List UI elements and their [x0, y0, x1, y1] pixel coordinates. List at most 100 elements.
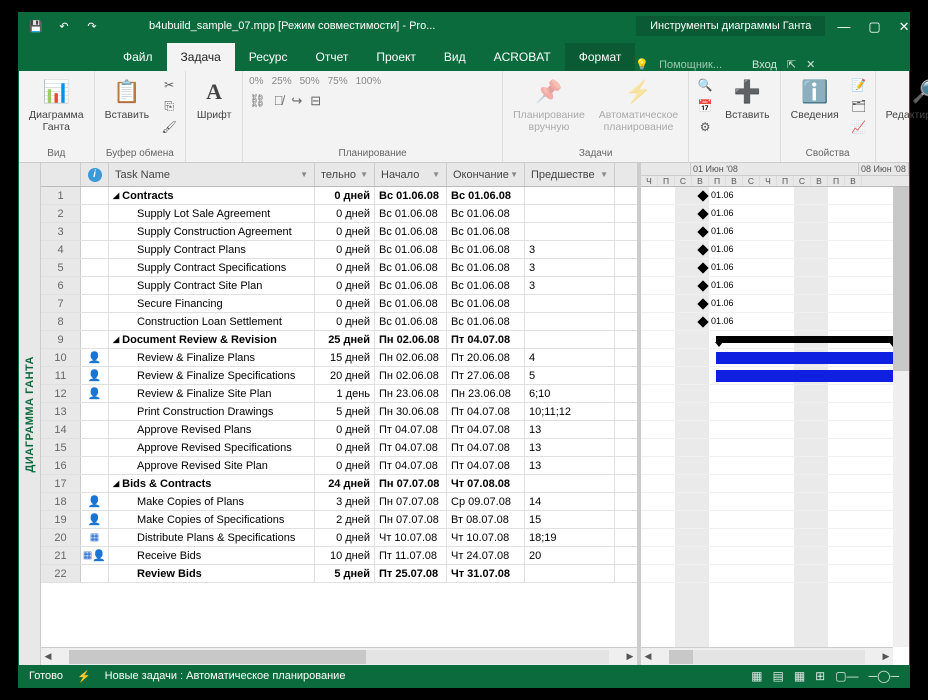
milestone-diamond[interactable] — [697, 316, 708, 327]
gantt-row[interactable] — [641, 331, 909, 349]
col-duration[interactable]: тельно▼ — [315, 163, 375, 186]
cut-icon[interactable]: ✂ — [159, 76, 179, 94]
table-row[interactable]: 3Supply Construction Agreement0 днейВс 0… — [41, 223, 637, 241]
table-row[interactable]: 7Secure Financing0 днейВс 01.06.08Вс 01.… — [41, 295, 637, 313]
pct-100[interactable]: 100% — [356, 76, 382, 87]
gantt-row[interactable] — [641, 349, 909, 367]
link-tasks-icon[interactable]: ⛓ — [249, 93, 266, 109]
copy-icon[interactable]: ⎘ — [159, 97, 179, 115]
gantt-row[interactable]: 01.06 — [641, 223, 909, 241]
gantt-row[interactable] — [641, 475, 909, 493]
summary-bar[interactable] — [716, 336, 896, 343]
gantt-row[interactable] — [641, 529, 909, 547]
notes-icon[interactable]: 📝 — [849, 76, 869, 94]
pct-50[interactable]: 50% — [300, 76, 320, 87]
gantt-chart-button[interactable]: 📊 Диаграмма Ганта — [25, 74, 88, 135]
gantt-row[interactable] — [641, 385, 909, 403]
move-icon[interactable]: 📅 — [695, 97, 715, 115]
milestone-diamond[interactable] — [697, 190, 708, 201]
milestone-diamond[interactable] — [697, 208, 708, 219]
split-task-icon[interactable]: ⊟ — [310, 93, 321, 109]
grid-hscroll[interactable]: ◀ ▶ — [41, 647, 637, 665]
table-row[interactable]: 12👤Review & Finalize Site Plan1 деньПн 2… — [41, 385, 637, 403]
tell-me-hint[interactable]: Помощник... — [659, 59, 722, 71]
zoom-slider[interactable]: ─◯─ — [869, 669, 899, 683]
table-row[interactable]: 14Approve Revised Plans0 днейПт 04.07.08… — [41, 421, 637, 439]
auto-schedule-button[interactable]: ⚡ Автоматическое планирование — [595, 74, 682, 135]
col-end[interactable]: Окончание▼ — [447, 163, 525, 186]
chevron-down-icon[interactable]: ▼ — [600, 170, 608, 179]
table-row[interactable]: 1◢Contracts0 днейВс 01.06.08Вс 01.06.08 — [41, 187, 637, 205]
table-row[interactable]: 11👤Review & Finalize Specifications20 дн… — [41, 367, 637, 385]
table-row[interactable]: 6Supply Contract Site Plan0 днейВс 01.06… — [41, 277, 637, 295]
gantt-row[interactable]: 01.06 — [641, 259, 909, 277]
gantt-row[interactable] — [641, 403, 909, 421]
paste-button[interactable]: 📋 Вставить — [101, 74, 154, 124]
share-icon[interactable]: ⇱ — [787, 58, 796, 71]
unlink-tasks-icon[interactable]: ⛓̸ — [274, 93, 284, 109]
task-bar[interactable] — [716, 370, 896, 382]
gantt-row[interactable]: 01.06 — [641, 277, 909, 295]
close-icon[interactable]: ✕ — [899, 19, 910, 35]
gantt-row[interactable] — [641, 547, 909, 565]
table-row[interactable]: 16Approve Revised Site Plan0 днейПт 04.0… — [41, 457, 637, 475]
details-icon[interactable]: 🗂 — [849, 97, 869, 115]
scroll-left-icon[interactable]: ◀ — [41, 651, 55, 662]
timeline-icon[interactable]: 📈 — [849, 118, 869, 136]
tab-report[interactable]: Отчет — [301, 43, 362, 71]
col-task-name[interactable]: Task Name▼ — [109, 163, 315, 186]
login-link[interactable]: Вход — [752, 59, 777, 71]
table-row[interactable]: 15Approve Revised Specifications0 днейПт… — [41, 439, 637, 457]
gantt-row[interactable] — [641, 565, 909, 583]
minimize-icon[interactable]: — — [837, 19, 850, 34]
table-row[interactable]: 5Supply Contract Specifications0 днейВс … — [41, 259, 637, 277]
chevron-down-icon[interactable]: ▼ — [300, 170, 308, 179]
gantt-row[interactable] — [641, 367, 909, 385]
gantt-row[interactable] — [641, 439, 909, 457]
task-bar[interactable] — [716, 352, 896, 364]
information-button[interactable]: ℹ️ Сведения — [787, 74, 843, 124]
manual-schedule-button[interactable]: 📌 Планирование вручную — [509, 74, 589, 135]
font-button[interactable]: A Шрифт — [192, 74, 236, 124]
redo-icon[interactable]: ↷ — [83, 17, 101, 35]
view-network-icon[interactable]: ⊞ — [815, 669, 825, 683]
table-row[interactable]: 22Review Bids5 днейПт 25.07.08Чт 31.07.0… — [41, 565, 637, 583]
undo-icon[interactable]: ↶ — [55, 17, 73, 35]
gantt-row[interactable]: 01.06 — [641, 241, 909, 259]
insert-button[interactable]: ➕ Вставить — [721, 74, 774, 124]
format-painter-icon[interactable]: 🖌 — [159, 118, 179, 136]
gantt-row[interactable]: 01.06 — [641, 205, 909, 223]
col-start[interactable]: Начало▼ — [375, 163, 447, 186]
milestone-diamond[interactable] — [697, 244, 708, 255]
col-predecessors[interactable]: Предшестве▼ — [525, 163, 615, 186]
milestone-diamond[interactable] — [697, 226, 708, 237]
gantt-row[interactable] — [641, 511, 909, 529]
tab-task[interactable]: Задача — [167, 43, 235, 71]
table-row[interactable]: 21▦👤Receive Bids10 днейПт 11.07.08Чт 24.… — [41, 547, 637, 565]
gantt-row[interactable]: 01.06 — [641, 313, 909, 331]
col-indicators[interactable]: i — [81, 163, 109, 186]
view-usage-icon[interactable]: ▤ — [772, 669, 783, 683]
scroll-left-icon[interactable]: ◀ — [641, 651, 655, 662]
zoom-out-icon[interactable]: ▢— — [835, 669, 858, 683]
inspect-icon[interactable]: 🔍 — [695, 76, 715, 94]
schedule-mode-icon[interactable]: ⚡ — [77, 670, 91, 683]
table-row[interactable]: 20▦Distribute Plans & Specifications0 дн… — [41, 529, 637, 547]
table-row[interactable]: 4Supply Contract Plans0 днейВс 01.06.08В… — [41, 241, 637, 259]
table-row[interactable]: 18👤Make Copies of Plans3 днейПн 07.07.08… — [41, 493, 637, 511]
editing-button[interactable]: 🔎 Редактирование — [882, 74, 928, 124]
col-rownum[interactable] — [41, 163, 81, 186]
gantt-hscroll[interactable]: ◀ ▶ — [641, 647, 893, 665]
mode-icon[interactable]: ⚙ — [695, 118, 715, 136]
table-row[interactable]: 9◢Document Review & Revision25 днейПн 02… — [41, 331, 637, 349]
chevron-down-icon[interactable]: ▼ — [432, 170, 440, 179]
scroll-right-icon[interactable]: ▶ — [623, 651, 637, 662]
milestone-diamond[interactable] — [697, 280, 708, 291]
tab-file[interactable]: Файл — [109, 43, 167, 71]
scroll-right-icon[interactable]: ▶ — [879, 651, 893, 662]
pct-75[interactable]: 75% — [328, 76, 348, 87]
gantt-row[interactable]: 01.06 — [641, 295, 909, 313]
gantt-vscroll[interactable] — [893, 187, 909, 647]
table-row[interactable]: 10👤Review & Finalize Plans15 днейПн 02.0… — [41, 349, 637, 367]
pct-25[interactable]: 25% — [272, 76, 292, 87]
